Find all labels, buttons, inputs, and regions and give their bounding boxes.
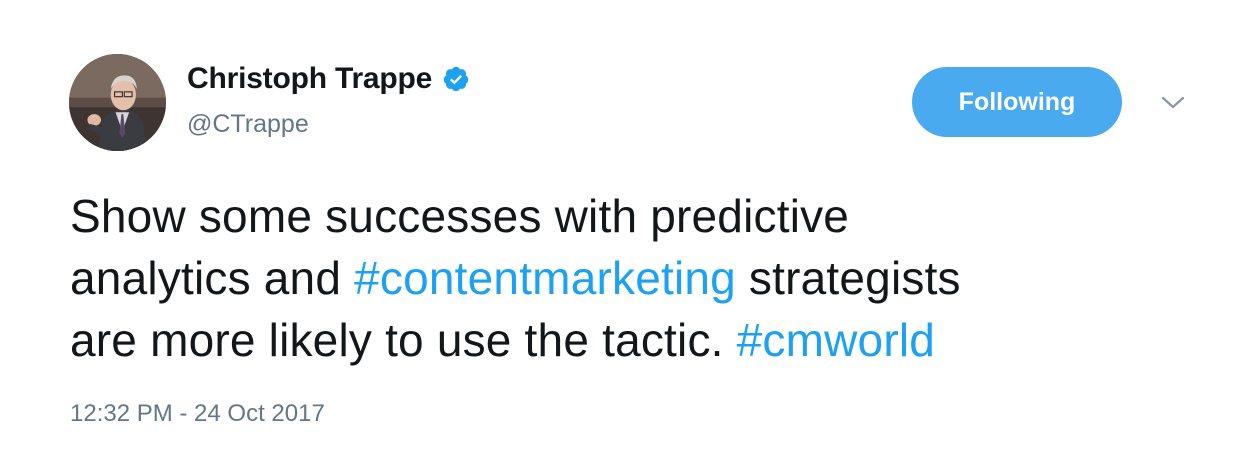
tweet-text-segment: are more likely to use the tactic.: [70, 314, 737, 366]
tweet-card: Christoph Trappe @CTrappe Following Show…: [0, 0, 1260, 450]
author-handle[interactable]: @CTrappe: [187, 110, 309, 139]
hashtag-link-cmworld[interactable]: #cmworld: [737, 314, 935, 366]
verified-badge-icon: [442, 65, 470, 93]
chevron-down-icon[interactable]: [1160, 93, 1186, 113]
author-name-row: Christoph Trappe: [187, 62, 470, 96]
hashtag-link-contentmarketing[interactable]: #contentmarketing: [354, 252, 736, 304]
tweet-text-segment: analytics and: [70, 252, 355, 304]
author-display-name[interactable]: Christoph Trappe: [187, 62, 432, 96]
tweet-text: Show some successes with predictive anal…: [70, 185, 1220, 371]
tweet-text-segment: strategists: [735, 252, 961, 304]
avatar-image: [69, 54, 166, 151]
tweet-text-line-2: analytics and #contentmarketing strategi…: [70, 247, 1220, 309]
following-button[interactable]: Following: [912, 67, 1122, 137]
tweet-text-line-1: Show some successes with predictive: [70, 190, 850, 242]
tweet-text-line-3: are more likely to use the tactic. #cmwo…: [70, 309, 1220, 371]
tweet-timestamp[interactable]: 12:32 PM - 24 Oct 2017: [70, 400, 325, 428]
avatar[interactable]: [69, 54, 166, 151]
